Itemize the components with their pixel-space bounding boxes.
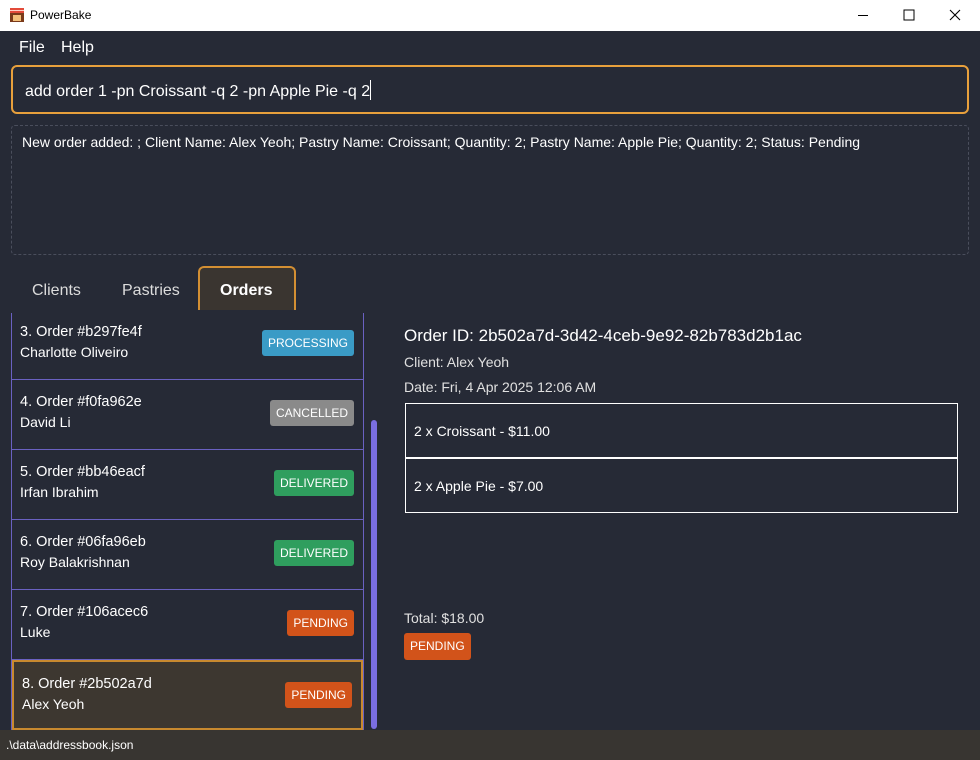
tab-pastries[interactable]: Pastries bbox=[104, 266, 196, 310]
order-title: 3. Order #b297fe4f bbox=[20, 324, 142, 340]
status-badge: PENDING bbox=[285, 682, 352, 708]
menu-file[interactable]: File bbox=[19, 39, 45, 57]
order-card-selected[interactable]: 8. Order #2b502a7d Alex Yeoh PENDING bbox=[12, 660, 363, 730]
maximize-button[interactable] bbox=[886, 0, 932, 31]
order-client: Alex Yeoh bbox=[22, 696, 85, 712]
result-display: New order added: ; Client Name: Alex Yeo… bbox=[11, 125, 969, 255]
order-title: 8. Order #2b502a7d bbox=[22, 676, 152, 692]
status-badge: CANCELLED bbox=[269, 400, 354, 426]
order-title: 5. Order #bb46eacf bbox=[20, 464, 145, 480]
scrollbar-thumb[interactable] bbox=[371, 420, 377, 729]
close-button[interactable] bbox=[932, 0, 978, 31]
status-badge: DELIVERED bbox=[273, 470, 354, 496]
shop-icon bbox=[10, 8, 24, 22]
tab-orders[interactable]: Orders bbox=[198, 266, 296, 310]
tab-label: Orders bbox=[220, 282, 273, 299]
tab-clients[interactable]: Clients bbox=[14, 266, 98, 310]
detail-date: Date: Fri, 4 Apr 2025 12:06 AM bbox=[404, 379, 597, 395]
status-badge: DELIVERED bbox=[273, 540, 354, 566]
tab-label: Clients bbox=[32, 282, 81, 299]
minimize-button[interactable] bbox=[840, 0, 886, 31]
order-card[interactable]: 7. Order #106acec6 Luke PENDING bbox=[12, 590, 363, 660]
close-icon bbox=[949, 9, 961, 21]
orders-list[interactable]: 3. Order #b297fe4f Charlotte Oliveiro PR… bbox=[11, 313, 364, 730]
window-title: PowerBake bbox=[30, 8, 92, 22]
status-bar: .\data\addressbook.json bbox=[0, 730, 980, 760]
order-title: 6. Order #06fa96eb bbox=[20, 534, 146, 550]
command-input[interactable]: add order 1 -pn Croissant -q 2 -pn Apple… bbox=[11, 65, 969, 114]
order-card[interactable]: 5. Order #bb46eacf Irfan Ibrahim DELIVER… bbox=[12, 450, 363, 520]
order-item: 2 x Apple Pie - $7.00 bbox=[405, 458, 958, 513]
order-client: Irfan Ibrahim bbox=[20, 484, 99, 500]
data-file-path: .\data\addressbook.json bbox=[6, 738, 134, 752]
status-badge: PENDING bbox=[287, 610, 354, 636]
minimize-icon bbox=[858, 15, 868, 16]
order-card[interactable]: 6. Order #06fa96eb Roy Balakrishnan DELI… bbox=[12, 520, 363, 590]
order-item-text: 2 x Apple Pie - $7.00 bbox=[414, 478, 544, 494]
order-card[interactable]: 3. Order #b297fe4f Charlotte Oliveiro PR… bbox=[12, 313, 363, 380]
detail-status-badge: PENDING bbox=[404, 633, 471, 660]
detail-client: Client: Alex Yeoh bbox=[404, 354, 510, 370]
detail-order-id: Order ID: 2b502a7d-3d42-4ceb-9e92-82b783… bbox=[404, 326, 802, 345]
title-bar: PowerBake bbox=[0, 0, 980, 31]
command-input-value: add order 1 -pn Croissant -q 2 -pn Apple… bbox=[25, 83, 371, 100]
text-caret bbox=[370, 80, 372, 100]
status-badge: PROCESSING bbox=[261, 330, 354, 356]
result-message: New order added: ; Client Name: Alex Yeo… bbox=[22, 134, 861, 150]
order-card[interactable]: 4. Order #f0fa962e David Li CANCELLED bbox=[12, 380, 363, 450]
order-item-text: 2 x Croissant - $11.00 bbox=[414, 423, 550, 439]
command-text-row: add order 1 -pn Croissant -q 2 -pn Apple… bbox=[25, 80, 372, 101]
order-client: Luke bbox=[20, 624, 51, 640]
tab-label: Pastries bbox=[122, 282, 180, 299]
menu-bar: File Help bbox=[0, 31, 980, 63]
menu-help[interactable]: Help bbox=[61, 39, 94, 57]
order-title: 7. Order #106acec6 bbox=[20, 604, 149, 620]
order-item: 2 x Croissant - $11.00 bbox=[405, 403, 958, 458]
order-client: David Li bbox=[20, 414, 71, 430]
order-client: Roy Balakrishnan bbox=[20, 554, 130, 570]
order-client: Charlotte Oliveiro bbox=[20, 344, 129, 360]
detail-total: Total: $18.00 bbox=[404, 610, 485, 626]
order-title: 4. Order #f0fa962e bbox=[20, 394, 142, 410]
maximize-icon bbox=[903, 9, 915, 21]
